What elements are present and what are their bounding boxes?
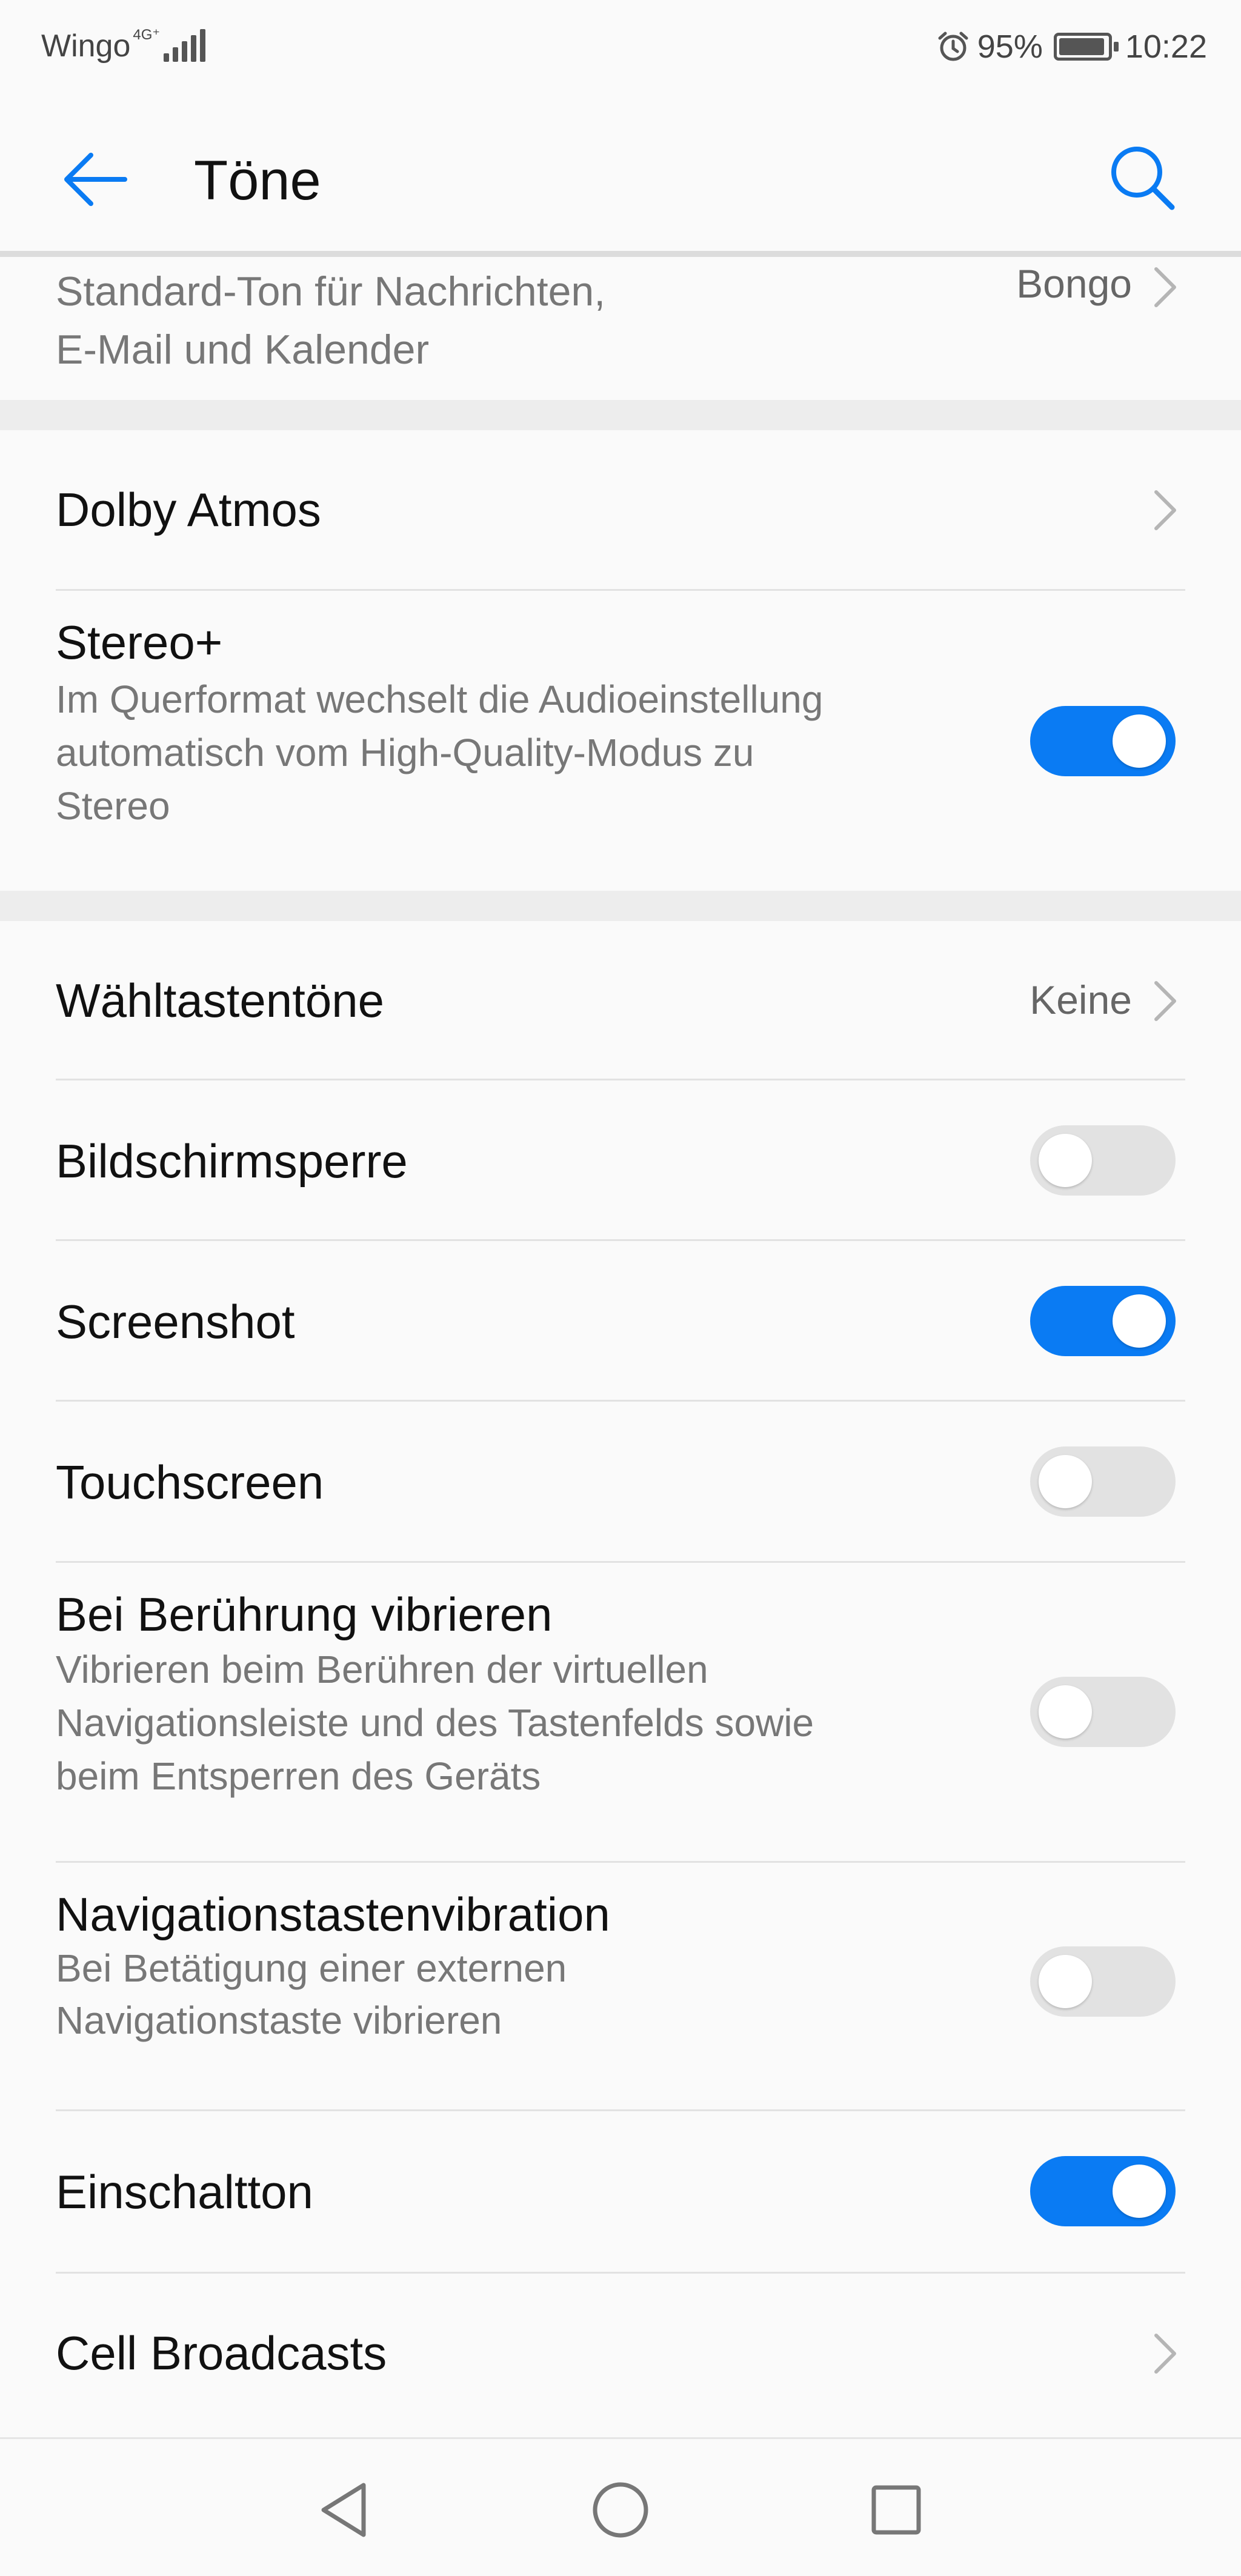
settings-group-system-tones: Wähltastentöne Keine Bildschirmsperre Sc… bbox=[0, 921, 1241, 2437]
touchscreen-toggle[interactable] bbox=[1030, 1446, 1176, 1517]
chevron-right-icon bbox=[1154, 267, 1176, 307]
page-title: Töne bbox=[194, 150, 321, 211]
standard-tone-value: Bongo bbox=[1016, 261, 1132, 306]
search-icon[interactable] bbox=[1105, 141, 1178, 213]
back-arrow-icon[interactable] bbox=[58, 143, 131, 216]
nav-key-vibration-sub-line1: Bei Betätigung einer externen bbox=[56, 1946, 567, 1990]
vibrate-on-touch-toggle[interactable] bbox=[1030, 1677, 1176, 1747]
standard-tone-title-line1: Standard-Ton für Nachrichten, bbox=[56, 268, 606, 315]
dialpad-tones-value: Keine bbox=[1030, 977, 1132, 1022]
toggle-knob bbox=[1039, 1685, 1092, 1739]
power-on-tone-title: Einschaltton bbox=[56, 2165, 313, 2218]
vibrate-on-touch-sub-line1: Vibrieren beim Berühren der virtuellen bbox=[56, 1648, 708, 1691]
dialpad-tones-row[interactable]: Wähltastentöne Keine bbox=[0, 921, 1241, 1081]
section-gap bbox=[0, 400, 1241, 430]
battery-percent: 95% bbox=[977, 28, 1043, 65]
back-triangle-icon[interactable] bbox=[310, 2477, 377, 2543]
signal-icon bbox=[164, 28, 209, 62]
screen-lock-toggle[interactable] bbox=[1030, 1125, 1176, 1196]
touchscreen-title: Touchscreen bbox=[56, 1456, 324, 1509]
vibrate-on-touch-title: Bei Berührung vibrieren bbox=[56, 1588, 553, 1641]
chevron-right-icon bbox=[1154, 981, 1176, 1021]
touchscreen-row[interactable]: Touchscreen bbox=[0, 1402, 1241, 1562]
toggle-knob bbox=[1113, 714, 1166, 768]
stereo-plus-sub-line2: automatisch vom High-Quality-Modus zu bbox=[56, 731, 754, 774]
carrier-name: Wingo bbox=[41, 28, 131, 64]
dialpad-tones-title: Wähltastentöne bbox=[56, 974, 385, 1027]
section-gap bbox=[0, 891, 1241, 921]
alarm-icon bbox=[938, 32, 968, 61]
toggle-knob bbox=[1039, 1134, 1092, 1187]
power-on-tone-row[interactable]: Einschaltton bbox=[0, 2111, 1241, 2271]
clock: 10:22 bbox=[1125, 28, 1207, 65]
standard-tone-title-line2: E-Mail und Kalender bbox=[56, 327, 430, 373]
status-bar: Wingo 4G⁺ 95% 10:22 bbox=[0, 0, 1241, 91]
toggle-knob bbox=[1039, 1455, 1092, 1508]
header-divider bbox=[0, 251, 1241, 257]
network-type: 4G⁺ bbox=[133, 27, 161, 43]
toggle-knob bbox=[1113, 2165, 1166, 2218]
screenshot-title: Screenshot bbox=[56, 1295, 295, 1348]
nav-key-vibration-row[interactable]: Navigationstastenvibration Bei Betätigun… bbox=[0, 1863, 1241, 2111]
home-circle-icon[interactable] bbox=[587, 2477, 654, 2543]
system-nav-bar bbox=[0, 2437, 1241, 2576]
chevron-right-icon bbox=[1154, 490, 1176, 530]
toggle-knob bbox=[1113, 1294, 1166, 1348]
nav-key-vibration-toggle[interactable] bbox=[1030, 1946, 1176, 2017]
standard-tone-row[interactable]: Standard-Ton für Nachrichten, E-Mail und… bbox=[0, 257, 1241, 400]
cell-broadcasts-row[interactable]: Cell Broadcasts bbox=[0, 2274, 1241, 2437]
settings-group-audio: Dolby Atmos Stereo+ Im Querformat wechse… bbox=[0, 430, 1241, 891]
nav-key-vibration-title: Navigationstastenvibration bbox=[56, 1888, 610, 1941]
vibrate-on-touch-sub-line3: beim Entsperren des Geräts bbox=[56, 1754, 541, 1798]
power-on-tone-toggle[interactable] bbox=[1030, 2156, 1176, 2226]
screenshot-toggle[interactable] bbox=[1030, 1286, 1176, 1356]
status-right: 95% 10:22 bbox=[936, 28, 1207, 65]
status-left: Wingo 4G⁺ bbox=[41, 28, 209, 64]
stereo-plus-sub-line1: Im Querformat wechselt die Audioeinstell… bbox=[56, 677, 823, 721]
chevron-right-icon bbox=[1154, 2334, 1176, 2374]
stereo-plus-sub-line3: Stereo bbox=[56, 784, 170, 828]
vibrate-on-touch-row[interactable]: Bei Berührung vibrieren Vibrieren beim B… bbox=[0, 1563, 1241, 1862]
screen-lock-row[interactable]: Bildschirmsperre bbox=[0, 1080, 1241, 1240]
screenshot-row[interactable]: Screenshot bbox=[0, 1241, 1241, 1401]
app-header: Töne bbox=[0, 91, 1241, 251]
stereo-plus-title: Stereo+ bbox=[56, 616, 223, 669]
cell-broadcasts-title: Cell Broadcasts bbox=[56, 2326, 387, 2380]
recents-square-icon[interactable] bbox=[863, 2477, 930, 2543]
dolby-atmos-title: Dolby Atmos bbox=[56, 483, 321, 536]
screen-lock-title: Bildschirmsperre bbox=[56, 1134, 408, 1188]
dolby-atmos-row[interactable]: Dolby Atmos bbox=[0, 430, 1241, 590]
nav-key-vibration-sub-line2: Navigationstaste vibrieren bbox=[56, 1999, 502, 2042]
stereo-plus-toggle[interactable] bbox=[1030, 706, 1176, 776]
toggle-knob bbox=[1039, 1955, 1092, 2008]
stereo-plus-row[interactable]: Stereo+ Im Querformat wechselt die Audio… bbox=[0, 591, 1241, 891]
battery-icon bbox=[1053, 33, 1119, 61]
vibrate-on-touch-sub-line2: Navigationsleiste und des Tastenfelds so… bbox=[56, 1701, 814, 1745]
settings-group-notification-tone: Standard-Ton für Nachrichten, E-Mail und… bbox=[0, 257, 1241, 400]
